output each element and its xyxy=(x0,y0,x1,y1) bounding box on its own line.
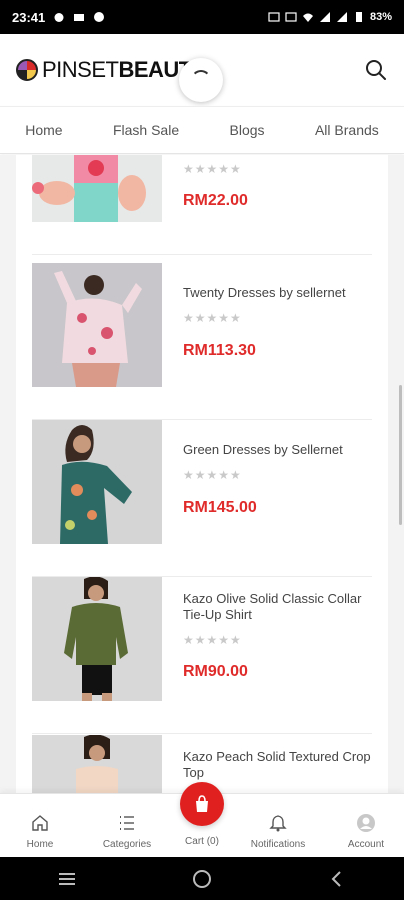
product-price: RM113.30 xyxy=(183,342,256,359)
product-photo-green-dress xyxy=(32,420,162,544)
system-nav-bar xyxy=(0,857,404,900)
battery-percent: 83% xyxy=(369,11,392,23)
bottom-nav-home[interactable]: Home xyxy=(0,794,80,858)
product-price: RM145.00 xyxy=(183,499,257,516)
nav-item-flash-sale[interactable]: Flash Sale xyxy=(113,122,179,138)
product-name[interactable]: Kazo Olive Solid Classic Collar Tie-Up S… xyxy=(183,591,373,623)
loading-spinner xyxy=(179,58,223,102)
recents-icon[interactable] xyxy=(56,868,78,890)
bottom-nav-categories-label: Categories xyxy=(102,839,152,850)
product-list: ★★★★★ RM22.00 Twenty Dresses by sellerne… xyxy=(16,155,388,793)
cart-button[interactable] xyxy=(180,782,224,826)
bottom-nav-account[interactable]: Account xyxy=(326,794,404,858)
product-card[interactable]: Green Dresses by Sellernet ★★★★★ RM145.0… xyxy=(32,420,372,577)
alarm-icon xyxy=(54,13,64,22)
product-list-area: ★★★★★ RM22.00 Twenty Dresses by sellerne… xyxy=(0,155,404,793)
product-price: RM22.00 xyxy=(183,192,248,209)
list-icon xyxy=(120,816,134,830)
status-left: 23:41 xyxy=(12,10,105,25)
product-name[interactable]: Green Dresses by Sellernet xyxy=(183,442,373,458)
app-header: PINSET BEAUTY xyxy=(0,34,404,106)
product-card[interactable]: Kazo Olive Solid Classic Collar Tie-Up S… xyxy=(32,577,372,734)
bottom-nav-account-label: Account xyxy=(347,839,385,850)
rating-stars: ★★★★★ xyxy=(183,468,242,482)
bottom-nav-notifications-label: Notifications xyxy=(250,839,306,850)
nav-item-blogs[interactable]: Blogs xyxy=(230,122,265,138)
bottom-nav-home-label: Home xyxy=(26,839,54,850)
product-card[interactable]: Twenty Dresses by sellernet ★★★★★ RM113.… xyxy=(32,263,372,420)
signal-icon xyxy=(319,12,330,22)
logo-text-light: PINSET xyxy=(42,57,119,82)
status-bar: 23:41 83% xyxy=(0,0,404,34)
rating-stars: ★★★★★ xyxy=(183,162,242,176)
avatar-icon xyxy=(357,814,375,832)
signal-icon-2 xyxy=(336,12,347,22)
bottom-nav: Home Categories Cart (0) Notifications A… xyxy=(0,782,404,858)
product-image[interactable] xyxy=(32,420,162,544)
cart-label[interactable]: Cart (0) xyxy=(162,836,242,847)
bell-icon xyxy=(269,815,287,832)
product-photo-floral-shirt xyxy=(32,263,162,387)
notification-icon xyxy=(94,12,105,22)
product-photo-olive-shirt xyxy=(32,577,162,701)
back-icon[interactable] xyxy=(326,868,348,890)
product-photo-peach-top xyxy=(32,735,162,793)
scrollbar[interactable] xyxy=(399,385,402,525)
rating-stars: ★★★★★ xyxy=(183,633,242,647)
product-image[interactable] xyxy=(32,155,162,222)
wifi-icon xyxy=(302,13,313,22)
home-circle-icon[interactable] xyxy=(191,868,213,890)
top-nav: Home Flash Sale Blogs All Brands xyxy=(0,106,404,154)
rating-stars: ★★★★★ xyxy=(183,311,242,325)
product-card[interactable]: ★★★★★ RM22.00 xyxy=(32,155,372,255)
product-image[interactable] xyxy=(32,263,162,387)
product-image[interactable] xyxy=(32,577,162,701)
mail-icon xyxy=(74,14,85,21)
data-icon xyxy=(268,12,280,22)
nav-item-all-brands[interactable]: All Brands xyxy=(315,122,379,138)
product-name[interactable]: Kazo Peach Solid Textured Crop Top xyxy=(183,749,373,781)
bottom-nav-categories[interactable]: Categories xyxy=(87,794,167,858)
shopping-bag-icon xyxy=(196,795,208,812)
search-icon[interactable] xyxy=(364,58,388,82)
nav-item-home[interactable]: Home xyxy=(25,122,62,138)
bottom-nav-notifications[interactable]: Notifications xyxy=(238,794,318,858)
logo[interactable]: PINSET BEAUTY xyxy=(16,57,206,83)
status-right: 83% xyxy=(268,11,392,23)
logo-icon xyxy=(16,59,38,81)
product-name[interactable]: Twenty Dresses by sellernet xyxy=(183,285,373,301)
battery-icon xyxy=(355,12,362,22)
product-price: RM90.00 xyxy=(183,663,248,680)
home-icon xyxy=(32,815,48,831)
status-time: 23:41 xyxy=(12,9,46,25)
product-photo-drink xyxy=(32,155,162,222)
product-image[interactable] xyxy=(32,735,162,793)
spinner-icon xyxy=(191,70,211,90)
volte-icon xyxy=(285,12,297,22)
